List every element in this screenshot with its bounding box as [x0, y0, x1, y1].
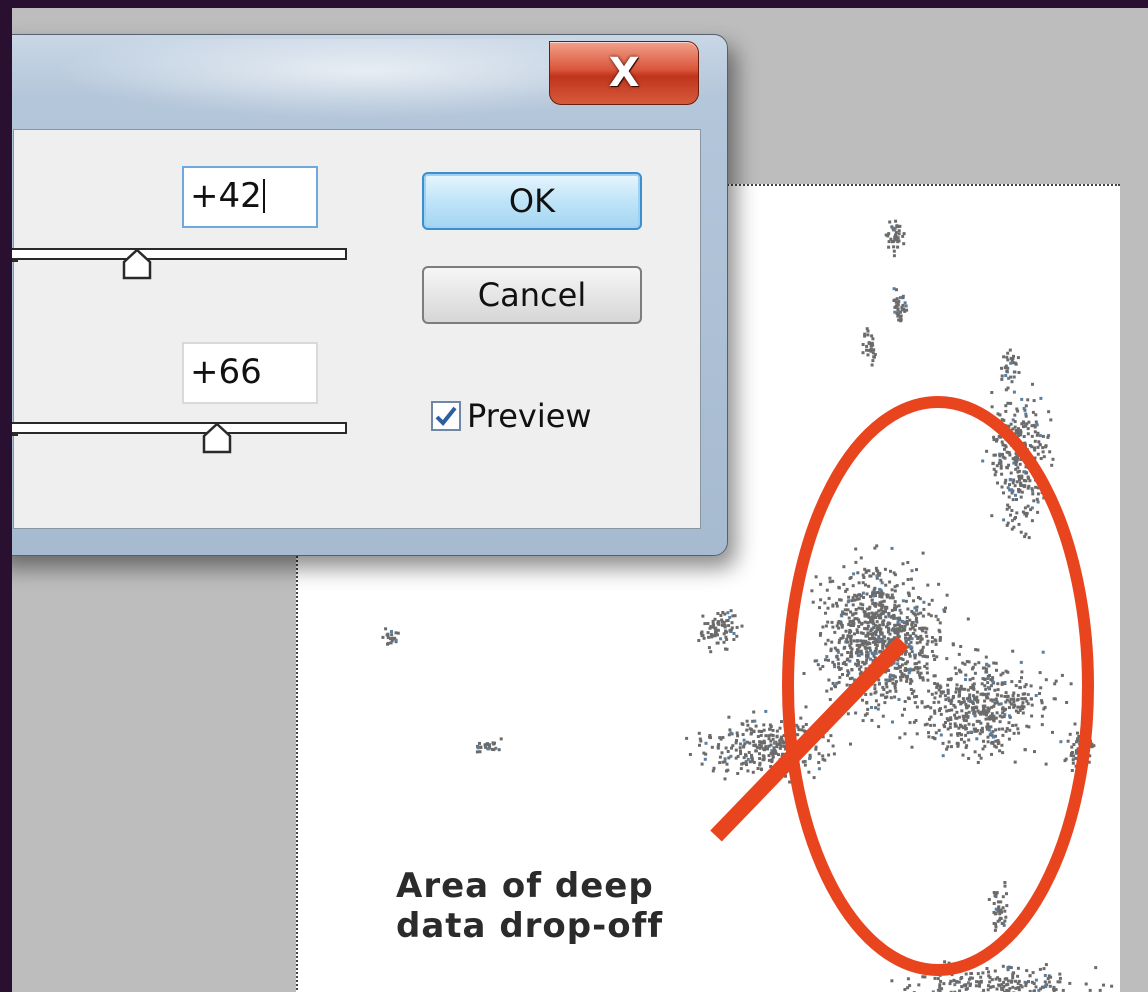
- close-button[interactable]: X: [549, 41, 699, 105]
- value-input-2-text: +66: [190, 352, 262, 392]
- preview-label: Preview: [467, 397, 592, 435]
- slider-track-1[interactable]: [12, 248, 347, 260]
- slider-thumb-1[interactable]: [122, 248, 152, 280]
- cancel-button-label: Cancel: [477, 276, 587, 314]
- ok-button[interactable]: OK: [422, 172, 642, 230]
- value-input-1-text: +42: [190, 176, 262, 216]
- cancel-button[interactable]: Cancel: [422, 266, 642, 324]
- dialog-panel: +42 +66 OK Cancel: [12, 129, 701, 529]
- value-input-1[interactable]: +42: [182, 166, 318, 228]
- ok-button-label: OK: [508, 182, 556, 220]
- photoshop-workspace: Area of deep data drop-off X +42 +66 OK …: [12, 8, 1148, 992]
- value-input-2[interactable]: +66: [182, 342, 318, 404]
- preview-checkbox[interactable]: [431, 401, 461, 431]
- slider-thumb-2[interactable]: [202, 422, 232, 454]
- adjustment-dialog: X +42 +66 OK Cancel Preview: [12, 34, 728, 556]
- preview-checkbox-row[interactable]: Preview: [431, 397, 592, 435]
- slider-track-2[interactable]: [12, 422, 347, 434]
- text-caret: [262, 179, 265, 213]
- checkmark-icon: [435, 406, 457, 426]
- close-icon: X: [608, 50, 640, 96]
- title-bar[interactable]: [53, 39, 573, 119]
- annotation-text: Area of deep data drop-off: [396, 866, 664, 946]
